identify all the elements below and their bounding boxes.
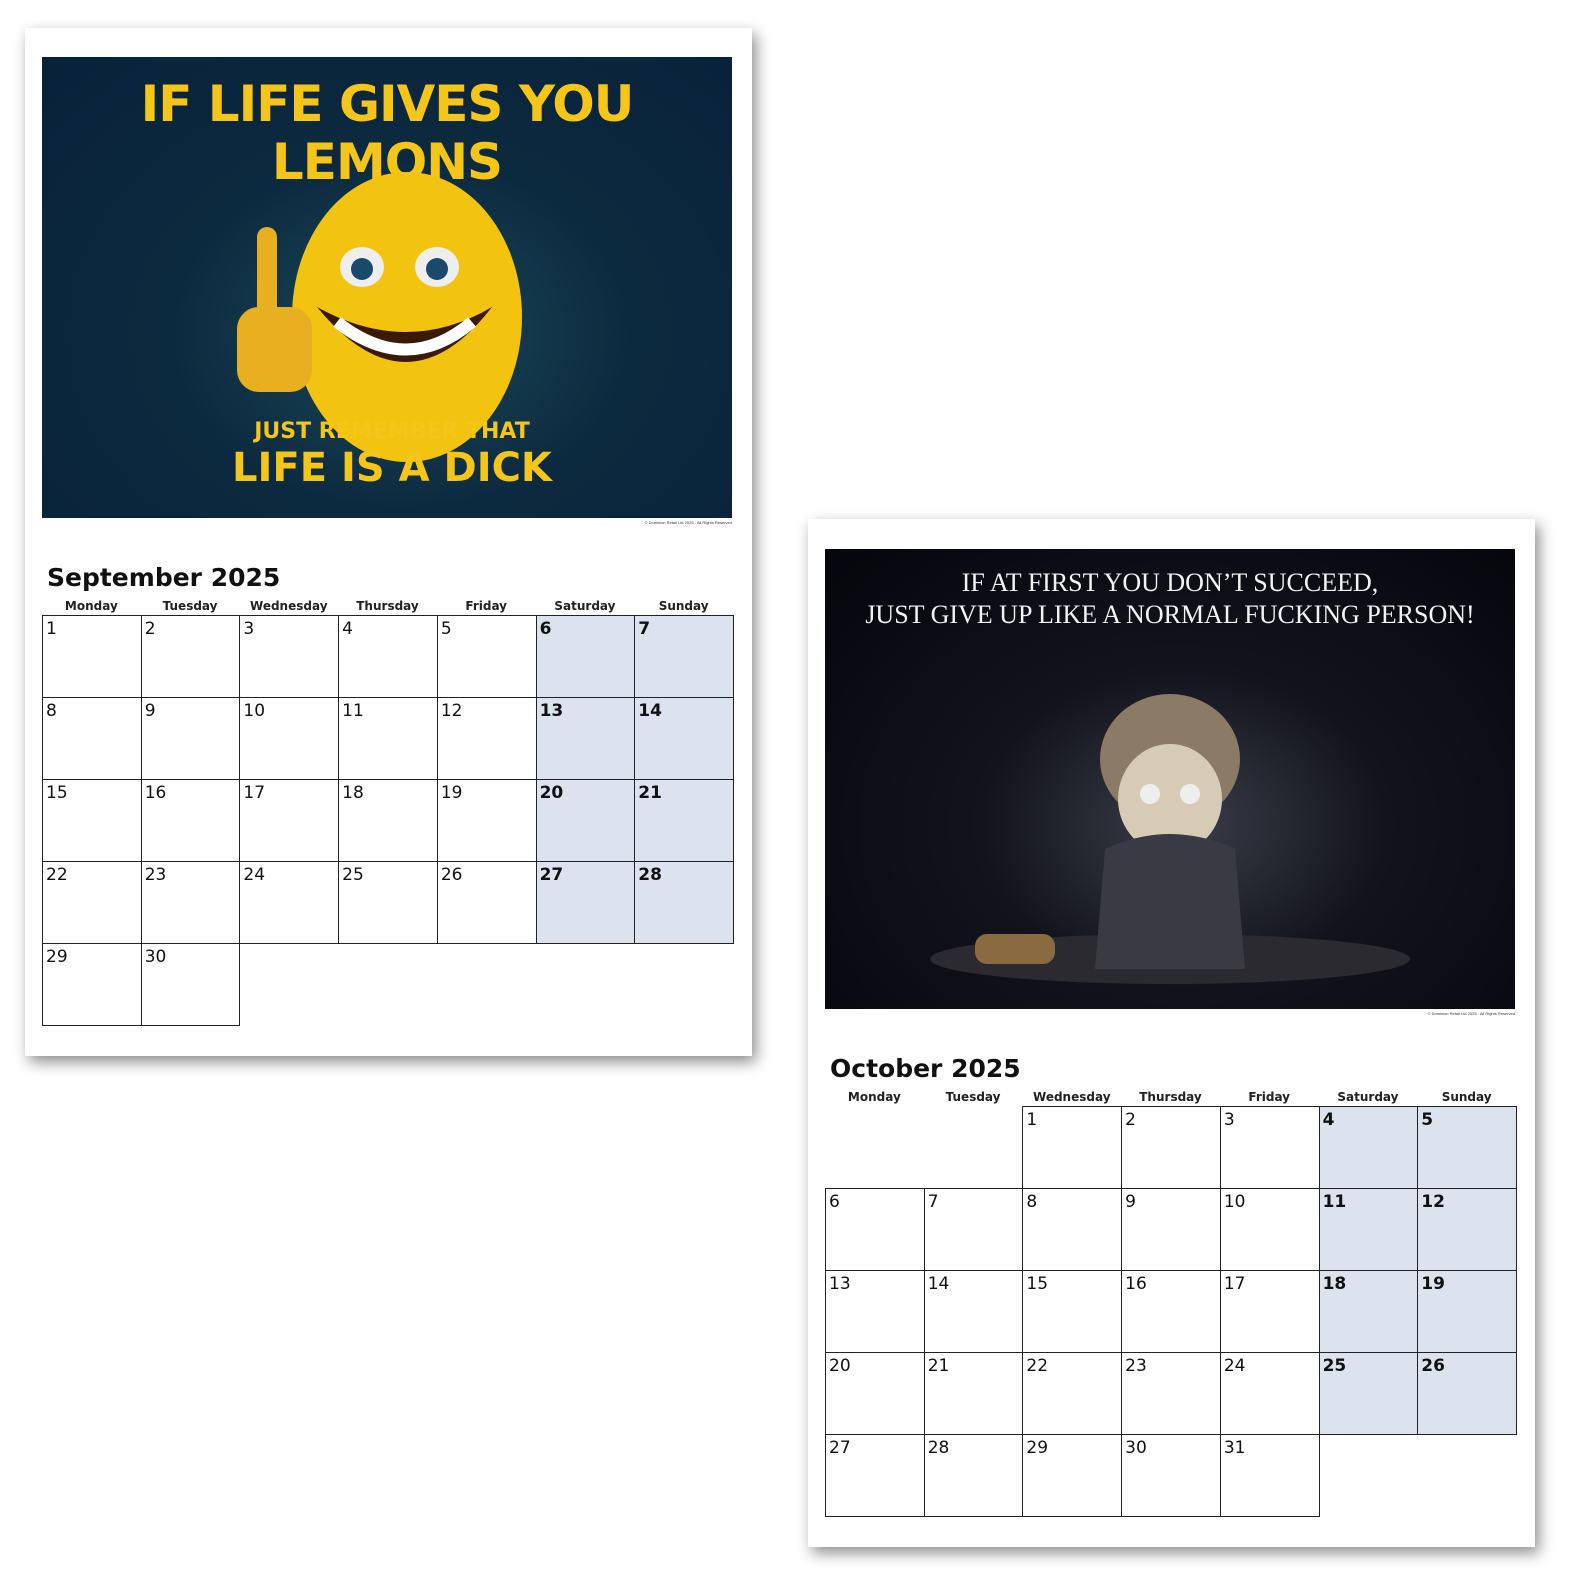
day-cell[interactable]: 14	[923, 1270, 1024, 1353]
day-cell[interactable]: 2	[140, 615, 241, 698]
weekday-label: Tuesday	[162, 599, 218, 613]
day-cell[interactable]: 25	[1318, 1352, 1419, 1435]
day-cell[interactable]: 24	[1219, 1352, 1320, 1435]
weekday-label: Friday	[465, 599, 507, 613]
day-cell[interactable]: 30	[140, 943, 241, 1026]
weekday-label: Thursday	[356, 599, 419, 613]
day-cell[interactable]: 21	[634, 779, 734, 862]
day-cell[interactable]: 4	[338, 615, 438, 698]
day-cell[interactable]: 10	[239, 697, 340, 780]
day-cell[interactable]: 15	[42, 779, 142, 862]
day-cell[interactable]: 22	[42, 861, 142, 944]
weekday-label: Tuesday	[945, 1090, 1001, 1104]
day-cell[interactable]: 17	[239, 779, 340, 862]
day-cell[interactable]: 27	[825, 1434, 925, 1517]
day-cell[interactable]: 18	[338, 779, 438, 862]
weekday-label: Saturday	[554, 599, 616, 613]
day-cell[interactable]: 13	[535, 697, 636, 780]
day-cell[interactable]: 12	[436, 697, 537, 780]
copyright: © Dominion Retail Ltd 2025 - All Rights …	[1427, 1011, 1515, 1016]
day-cell[interactable]: 20	[535, 779, 636, 862]
weekday-label: Sunday	[1441, 1090, 1492, 1104]
day-cell[interactable]: 1	[1022, 1106, 1123, 1189]
day-cell[interactable]: 19	[436, 779, 537, 862]
day-cell[interactable]: 26	[436, 861, 537, 944]
day-cell[interactable]: 9	[140, 697, 241, 780]
day-cell[interactable]: 12	[1417, 1188, 1517, 1271]
punchline: LIFE IS A DICK	[232, 445, 552, 491]
day-cell[interactable]: 23	[1121, 1352, 1221, 1435]
day-cell[interactable]: 17	[1219, 1270, 1320, 1353]
day-cell[interactable]: 8	[1022, 1188, 1123, 1271]
day-cell[interactable]: 30	[1121, 1434, 1221, 1517]
weekday-label: Friday	[1248, 1090, 1290, 1104]
day-cell[interactable]: 1	[42, 615, 142, 698]
day-cell[interactable]: 20	[825, 1352, 925, 1435]
day-cell[interactable]: 3	[239, 615, 340, 698]
day-cell[interactable]: 16	[140, 779, 241, 862]
day-cell[interactable]: 4	[1318, 1106, 1419, 1189]
sad-kid-icon	[930, 694, 1410, 984]
day-cell[interactable]: 5	[436, 615, 537, 698]
day-cell[interactable]: 18	[1318, 1270, 1419, 1353]
day-cell[interactable]: 16	[1121, 1270, 1221, 1353]
calendar-page-september: IF LIFE GIVES YOU LEMONS JUST REMEMBER T…	[25, 28, 752, 1056]
weekday-label: Monday	[847, 1090, 901, 1104]
day-cell[interactable]: 11	[1318, 1188, 1419, 1271]
weekday-label: Thursday	[1139, 1090, 1202, 1104]
day-cell[interactable]: 15	[1022, 1270, 1123, 1353]
day-cell[interactable]: 21	[923, 1352, 1024, 1435]
day-cell[interactable]: 29	[42, 943, 142, 1026]
day-cell[interactable]: 6	[825, 1188, 925, 1271]
day-cell[interactable]: 6	[535, 615, 636, 698]
weekday-header: Monday Tuesday Wednesday Thursday Friday Satu…	[42, 599, 733, 613]
day-cell[interactable]: 10	[1219, 1188, 1320, 1271]
empty-cell	[825, 1106, 924, 1188]
empty-cell	[924, 1106, 1023, 1188]
weekday-label: Wednesday	[250, 599, 328, 613]
calendar-page-october: IF AT FIRST YOU DON’T SUCCEED, JUST GIVE…	[808, 519, 1535, 1547]
day-cell[interactable]: 14	[634, 697, 734, 780]
day-cell[interactable]: 19	[1417, 1270, 1517, 1353]
month-title: September 2025	[47, 563, 281, 592]
day-cell[interactable]: 7	[923, 1188, 1024, 1271]
day-cell[interactable]: 11	[338, 697, 438, 780]
sad-kid-illustration: IF AT FIRST YOU DON’T SUCCEED, JUST GIVE…	[825, 549, 1515, 1009]
day-cell[interactable]: 28	[923, 1434, 1024, 1517]
day-cell[interactable]: 28	[634, 861, 734, 944]
day-cell[interactable]: 25	[338, 861, 438, 944]
day-cell[interactable]: 13	[825, 1270, 925, 1353]
lemon-illustration: IF LIFE GIVES YOU LEMONS JUST REMEMBER T…	[42, 57, 732, 518]
day-cell[interactable]: 9	[1121, 1188, 1221, 1271]
day-cell[interactable]: 29	[1022, 1434, 1123, 1517]
weekday-label: Sunday	[658, 599, 709, 613]
month-title: October 2025	[830, 1054, 1021, 1083]
day-cell[interactable]: 7	[634, 615, 734, 698]
calendar-grid: 1 2 3 4 5 6 7 8 9 10 11 12 13 14 15 16 17 18 19 20 21 22 23 24 2…	[825, 1106, 1517, 1517]
copyright: © Dominion Retail Ltd 2025 - All Rights …	[644, 520, 732, 525]
weekday-header: Monday Tuesday Wednesday Thursday Friday Satu…	[825, 1090, 1516, 1104]
day-cell[interactable]: 5	[1417, 1106, 1517, 1189]
day-cell[interactable]: 2	[1121, 1106, 1221, 1189]
day-cell[interactable]: 3	[1219, 1106, 1320, 1189]
day-cell[interactable]: 31	[1219, 1434, 1320, 1517]
day-cell[interactable]: 8	[42, 697, 142, 780]
subline: JUST REMEMBER THAT	[254, 419, 530, 444]
weekday-label: Wednesday	[1033, 1090, 1111, 1104]
day-cell[interactable]: 27	[535, 861, 636, 944]
day-cell[interactable]: 26	[1417, 1352, 1517, 1435]
day-cell[interactable]: 22	[1022, 1352, 1123, 1435]
weekday-label: Monday	[64, 599, 118, 613]
day-cell[interactable]: 23	[140, 861, 241, 944]
weekday-label: Saturday	[1337, 1090, 1399, 1104]
calendar-grid: 1 2 3 4 5 6 7 8 9 10 11 12 13 14 15 16 17 18 19 20 21 22 23 24 2…	[42, 615, 734, 1026]
day-cell[interactable]: 24	[239, 861, 340, 944]
